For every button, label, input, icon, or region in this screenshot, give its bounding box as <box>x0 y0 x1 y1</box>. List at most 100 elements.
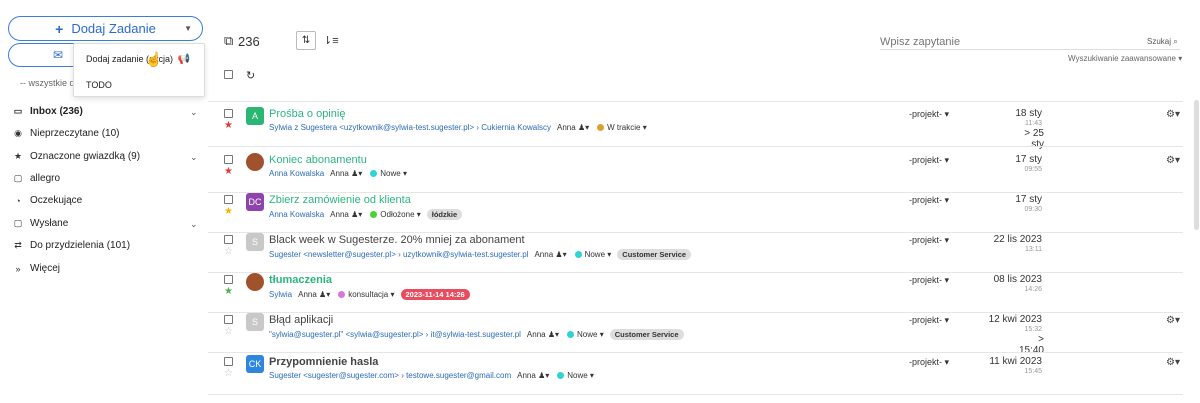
sidebar-item-more[interactable]: » Więcej <box>12 263 60 274</box>
tag-badge[interactable]: łódzkie <box>426 209 463 220</box>
status[interactable]: Nowe ▾ <box>380 169 407 178</box>
row-checkbox[interactable] <box>224 195 233 204</box>
assignee[interactable]: Anna ♟▾ <box>298 290 330 299</box>
row-checkbox[interactable] <box>224 275 233 284</box>
eye-icon: ◉ <box>14 128 22 138</box>
star-icon[interactable]: ☆ <box>224 368 233 379</box>
status[interactable]: Nowe ▾ <box>577 330 604 339</box>
assignee[interactable]: Anna ♟▾ <box>534 250 566 259</box>
status[interactable]: Nowe ▾ <box>567 371 594 380</box>
select-all-checkbox[interactable] <box>224 70 233 79</box>
refresh-icon[interactable]: ↻ <box>246 69 255 82</box>
folder-icon: ▢ <box>13 218 23 228</box>
search-input[interactable] <box>880 34 1180 50</box>
sender[interactable]: "sylwia@sugester.pl" <sylwia@sugester.pl… <box>269 330 521 339</box>
task-subject[interactable]: tłumaczenia <box>269 274 332 286</box>
task-subject[interactable]: Koniec abonamentu <box>269 154 367 166</box>
tag-badge[interactable]: 2023-11-14 14:26 <box>400 289 470 300</box>
status[interactable]: Odłożone ▾ <box>380 210 421 219</box>
task-subject[interactable]: Prośba o opinię <box>269 108 345 120</box>
task-subject[interactable]: Zbierz zamówienie od klienta <box>269 194 411 206</box>
tag-badge[interactable]: Customer Service <box>609 329 684 340</box>
star-icon[interactable]: ☆ <box>224 246 233 257</box>
sender[interactable]: Anna Kowalska <box>269 210 324 219</box>
project-select[interactable]: -projekt- ▾ <box>909 109 949 120</box>
star-icon[interactable]: ★ <box>224 286 233 297</box>
sender[interactable]: Sugester <sugester@sugester.com> › testo… <box>269 371 511 380</box>
sidebar-item-starred[interactable]: ★ Oznaczone gwiazdką (9) <box>12 151 140 162</box>
task-subject[interactable]: Przypomnienie hasla <box>269 356 378 368</box>
star-icon[interactable]: ☆ <box>224 326 233 337</box>
project-select[interactable]: -projekt- ▾ <box>909 357 949 368</box>
sender[interactable]: Sylwia z Sugestera <uzytkownik@sylwia-te… <box>269 123 551 132</box>
gear-icon[interactable]: ⚙▾ <box>1166 357 1180 368</box>
sidebar-item-inbox[interactable]: ▭ Inbox (236) <box>12 106 83 117</box>
sidebar-item-pending[interactable]: ◔ Oczekujące <box>12 195 82 206</box>
person-icon: ♟▾ <box>547 330 560 339</box>
assignee[interactable]: Anna ♟▾ <box>517 371 549 380</box>
gear-icon[interactable]: ⚙▾ <box>1166 155 1180 166</box>
sidebar-item-sent[interactable]: ▢ Wysłane <box>12 218 69 229</box>
status[interactable]: W trakcie ▾ <box>607 123 647 132</box>
scrollbar[interactable] <box>1194 100 1199 230</box>
gear-icon[interactable]: ⚙▾ <box>1166 315 1180 326</box>
copy-icon: ⧉ <box>224 33 234 48</box>
advanced-search-link[interactable]: Wyszukiwanie zaawansowane ▾ <box>1068 54 1182 63</box>
task-date: 11 kwi 2023 <box>989 356 1042 367</box>
row-checkbox[interactable] <box>224 235 233 244</box>
tag-badge[interactable]: Customer Service <box>617 249 692 260</box>
project-select[interactable]: -projekt- ▾ <box>909 275 949 286</box>
chevron-down-icon[interactable]: ⌄ <box>190 219 198 230</box>
sort-options-button[interactable]: ⇂≡ <box>323 34 339 47</box>
project-select[interactable]: -projekt- ▾ <box>909 315 949 326</box>
sidebar-item-allegro[interactable]: ▢ allegro <box>12 173 60 184</box>
assignee[interactable]: Anna ♟▾ <box>527 330 559 339</box>
status[interactable]: Nowe ▾ <box>585 250 612 259</box>
envelope-icon: ✉ <box>52 48 64 62</box>
sender[interactable]: Sylwia <box>269 290 292 299</box>
search-button[interactable]: Szukaj ⌕ <box>1147 37 1178 47</box>
sort-direction-button[interactable]: ⇅ <box>296 31 316 50</box>
person-icon: ♟▾ <box>351 169 363 178</box>
project-select[interactable]: -projekt- ▾ <box>909 195 949 206</box>
status[interactable]: konsultacja ▾ <box>348 290 394 299</box>
row-checkbox[interactable] <box>224 109 233 118</box>
chevron-down-icon[interactable]: ⌄ <box>190 152 198 163</box>
star-icon[interactable]: ★ <box>224 206 233 217</box>
chevron-down-icon[interactable]: ⌄ <box>190 107 198 118</box>
row-checkbox[interactable] <box>224 357 233 366</box>
project-select[interactable]: -projekt- ▾ <box>909 155 949 166</box>
avatar: CK <box>246 355 264 373</box>
assignee[interactable]: Anna ♟▾ <box>330 169 362 178</box>
assignee[interactable]: Anna ♟▾ <box>557 123 589 132</box>
task-subject[interactable]: Błąd aplikacji <box>269 314 333 326</box>
row-checkbox[interactable] <box>224 155 233 164</box>
task-subject[interactable]: Black week w Sugesterze. 20% mniej za ab… <box>269 234 525 246</box>
dropdown-item-todo[interactable]: TODO <box>86 80 112 90</box>
exchange-icon: ⇄ <box>14 240 22 250</box>
sidebar-item-to-assign[interactable]: ⇄ Do przydzielenia (101) <box>12 240 130 251</box>
folder-icon: ▢ <box>13 173 23 183</box>
star-icon[interactable]: ★ <box>224 166 233 177</box>
status-dot <box>567 331 575 338</box>
search-icon: ⌕ <box>1173 37 1178 46</box>
status-dot <box>338 291 346 298</box>
caret-down-icon[interactable]: ▼ <box>184 24 192 33</box>
project-select[interactable]: -projekt- ▾ <box>909 235 949 246</box>
row-checkbox[interactable] <box>224 315 233 324</box>
assignee[interactable]: Anna ♟▾ <box>330 210 362 219</box>
person-icon: ♟▾ <box>538 371 550 380</box>
divider <box>208 272 1183 273</box>
gear-icon[interactable]: ⚙▾ <box>1166 109 1180 120</box>
sender[interactable]: Anna Kowalska <box>269 169 324 178</box>
add-task-button[interactable]: + Dodaj Zadanie ▼ <box>8 16 203 41</box>
all-filter-label[interactable]: -- wszystkie dz <box>20 78 79 88</box>
task-time: 09:55 <box>1024 166 1042 173</box>
star-icon[interactable]: ★ <box>224 120 233 131</box>
task-date: 17 sty <box>1015 154 1042 165</box>
plus-icon: + <box>55 20 64 37</box>
avatar: S <box>246 233 264 251</box>
person-icon: ♟▾ <box>555 250 567 259</box>
sender[interactable]: Sugester <newsletter@sugester.pl> › uzyt… <box>269 250 528 259</box>
sidebar-item-unread[interactable]: ◉ Nieprzeczytane (10) <box>12 128 119 139</box>
